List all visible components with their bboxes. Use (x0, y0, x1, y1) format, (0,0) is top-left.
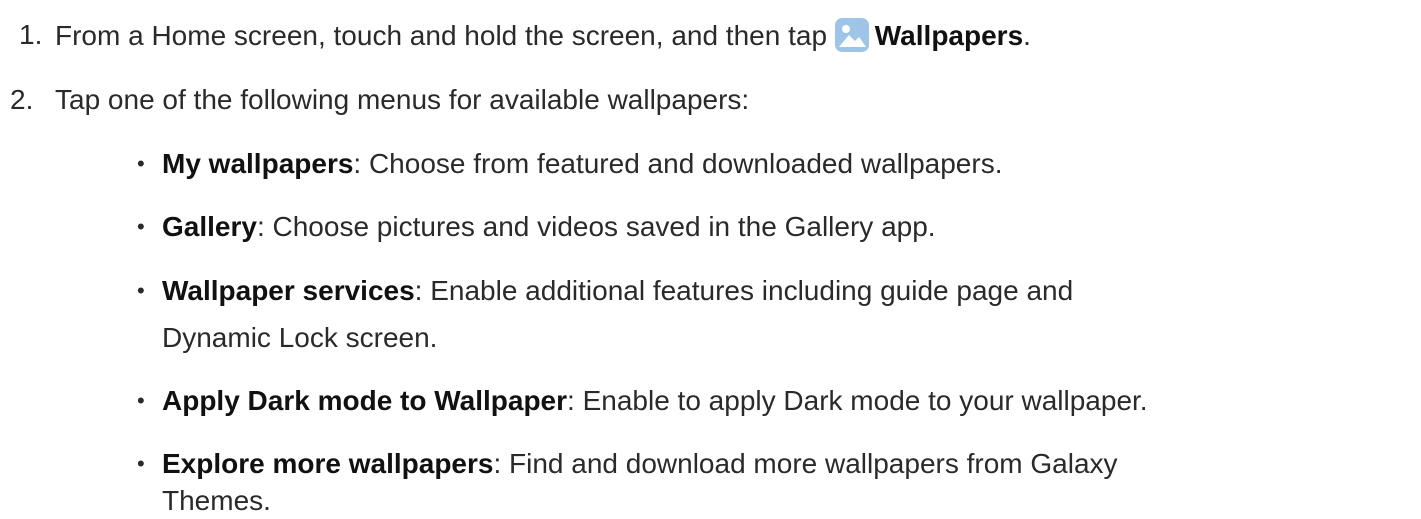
bullet-title: Apply Dark mode to Wallpaper (162, 385, 568, 416)
step-1: From a Home screen, touch and hold the s… (55, 18, 1031, 53)
bullet-description: : Enable to apply Dark mode to your wall… (567, 385, 1148, 416)
step-2-text: Tap one of the following menus for avail… (55, 84, 750, 115)
bullet-continuation: Dynamic Lock screen. (162, 322, 438, 353)
bullet-glyph: • (137, 278, 145, 303)
wallpapers-icon (834, 18, 869, 52)
bullet-description: : Enable additional features including g… (414, 275, 1074, 306)
bullet-explore-more: Explore more wallpapers: Find and downlo… (162, 447, 1118, 481)
bullet-glyph: • (137, 388, 145, 413)
step-2: Tap one of the following menus for avail… (55, 83, 749, 117)
step-1-number: 1. (19, 19, 43, 50)
wallpaper-instructions: 1. From a Home screen, touch and hold th… (0, 0, 1421, 519)
bullet-title: My wallpapers (162, 148, 354, 179)
bullet-title: Wallpaper services (162, 275, 415, 306)
bullet-gallery: Gallery: Choose pictures and videos save… (162, 210, 936, 244)
bullet-description: : Choose pictures and videos saved in th… (256, 211, 936, 242)
step-2-number: 2. (10, 84, 34, 115)
bullet-description: : Choose from featured and downloaded wa… (353, 148, 1003, 179)
bullet-glyph: • (137, 214, 145, 239)
wallpapers-label: Wallpapers (874, 20, 1024, 51)
bullet-glyph: • (137, 451, 145, 476)
bullet-continuation: Themes. (162, 485, 271, 516)
bullet-my-wallpapers: My wallpapers: Choose from featured and … (162, 147, 1002, 181)
step-1-text: From a Home screen, touch and hold the s… (55, 20, 828, 51)
bullet-title: Gallery (162, 211, 257, 242)
step-1-period: . (1023, 20, 1031, 51)
bullet-wallpaper-services: Wallpaper services: Enable additional fe… (162, 274, 1073, 308)
bullet-apply-dark-mode: Apply Dark mode to Wallpaper: Enable to … (162, 384, 1148, 418)
bullet-title: Explore more wallpapers (162, 448, 494, 479)
bullet-description: : Find and download more wallpapers from… (493, 448, 1118, 479)
bullet-glyph: • (137, 151, 145, 176)
